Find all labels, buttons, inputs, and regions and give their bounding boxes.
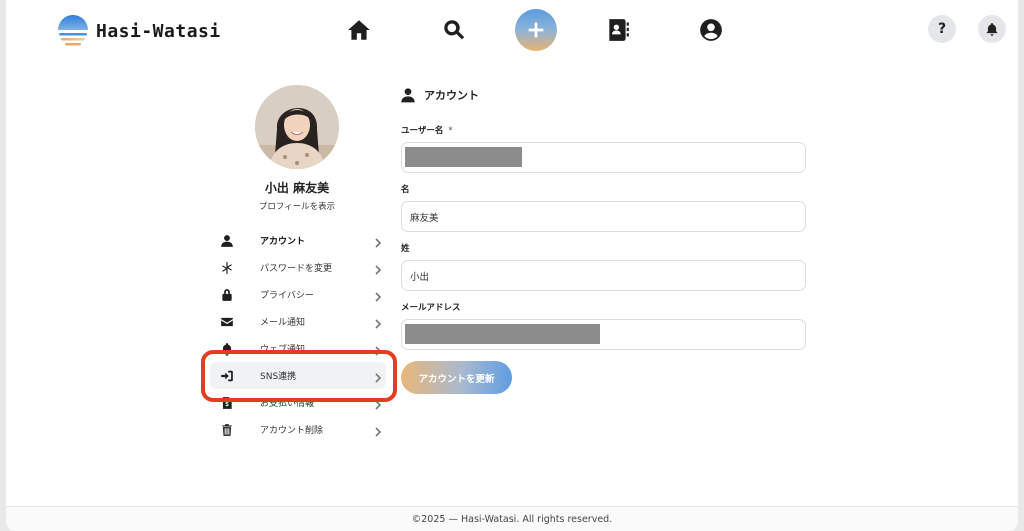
settings-menu: アカウント パスワードを変更 プライバシー メール通知 ウェブ通知 SNS連携 — [210, 227, 386, 443]
home-nav-button[interactable] — [344, 15, 374, 45]
email-label: メールアドレス — [401, 303, 461, 313]
bell-icon — [221, 342, 233, 356]
menu-item-delete-account[interactable]: アカウント削除 — [210, 416, 386, 443]
first-name-label: 名 — [401, 185, 410, 195]
first-name-field[interactable]: 麻友美 — [401, 201, 806, 232]
menu-item-web-notifications[interactable]: ウェブ通知 — [210, 335, 386, 362]
update-account-button[interactable]: アカウントを更新 — [401, 361, 512, 394]
menu-item-change-password[interactable]: パスワードを変更 — [210, 254, 386, 281]
contacts-nav-button[interactable] — [603, 15, 633, 45]
sign-in-icon — [221, 370, 233, 381]
search-nav-button[interactable] — [439, 15, 469, 45]
chevron-right-icon — [375, 427, 382, 437]
footer-copyright: ©2025 — Hasi-Watasi. All rights reserved… — [6, 506, 1018, 531]
notifications-button[interactable] — [978, 15, 1006, 43]
menu-item-label: パスワードを変更 — [260, 264, 333, 274]
avatar[interactable] — [255, 85, 339, 169]
logo-mark-icon — [58, 15, 88, 46]
avatar-photo — [255, 85, 339, 169]
menu-item-label: ウェブ通知 — [260, 345, 306, 355]
menu-item-payment-info[interactable]: お支払い情報 — [210, 389, 386, 416]
home-icon — [348, 20, 370, 40]
menu-item-label: お支払い情報 — [260, 399, 315, 409]
redacted-email — [405, 324, 600, 344]
menu-item-label: アカウント削除 — [260, 426, 324, 436]
chevron-right-icon — [375, 319, 382, 329]
chevron-right-icon — [375, 265, 382, 275]
chevron-right-icon — [375, 292, 382, 302]
menu-item-label: アカウント — [260, 237, 306, 247]
menu-item-sns-integration[interactable]: SNS連携 — [210, 362, 386, 389]
plus-icon — [528, 22, 544, 38]
chevron-right-icon — [375, 346, 382, 356]
view-profile-link[interactable]: プロフィールを表示 — [206, 200, 388, 212]
asterisk-icon — [222, 261, 232, 274]
bell-icon — [986, 23, 998, 36]
menu-item-label: プライバシー — [260, 291, 314, 301]
dollar-file-icon — [222, 396, 232, 409]
contacts-icon — [609, 19, 629, 41]
menu-item-label: メール通知 — [260, 318, 306, 328]
help-button[interactable]: ? — [928, 15, 956, 43]
last-name-label: 姓 — [401, 244, 410, 254]
search-icon — [444, 20, 465, 40]
trash-icon — [222, 423, 232, 436]
required-mark: * — [448, 126, 453, 136]
lock-icon — [222, 288, 232, 301]
menu-item-label: SNS連携 — [260, 372, 297, 382]
chevron-right-icon — [375, 373, 382, 383]
menu-item-account[interactable]: アカウント — [210, 227, 386, 254]
account-nav-button[interactable] — [696, 15, 726, 45]
envelope-icon — [221, 317, 233, 326]
chevron-right-icon — [375, 238, 382, 248]
profile-name: 小出 麻友美 — [264, 181, 330, 195]
menu-item-privacy[interactable]: プライバシー — [210, 281, 386, 308]
person-icon — [401, 88, 415, 103]
create-post-button[interactable] — [515, 9, 557, 51]
section-title-text: アカウント — [424, 89, 479, 102]
redacted-username — [405, 147, 522, 167]
username-label: ユーザー名 * — [401, 126, 453, 136]
menu-item-email-notifications[interactable]: メール通知 — [210, 308, 386, 335]
app-window: Hasi-Watasi ? 小出 麻友美 プロフィールを表示 アカウント パスワ… — [6, 0, 1018, 531]
person-icon — [221, 234, 233, 247]
brand-name: Hasi-Watasi — [96, 20, 221, 42]
chevron-right-icon — [375, 400, 382, 410]
last-name-field[interactable]: 小出 — [401, 260, 806, 291]
section-title: アカウント — [400, 86, 479, 104]
brand-logo[interactable]: Hasi-Watasi — [56, 14, 221, 48]
account-circle-icon — [700, 19, 722, 41]
